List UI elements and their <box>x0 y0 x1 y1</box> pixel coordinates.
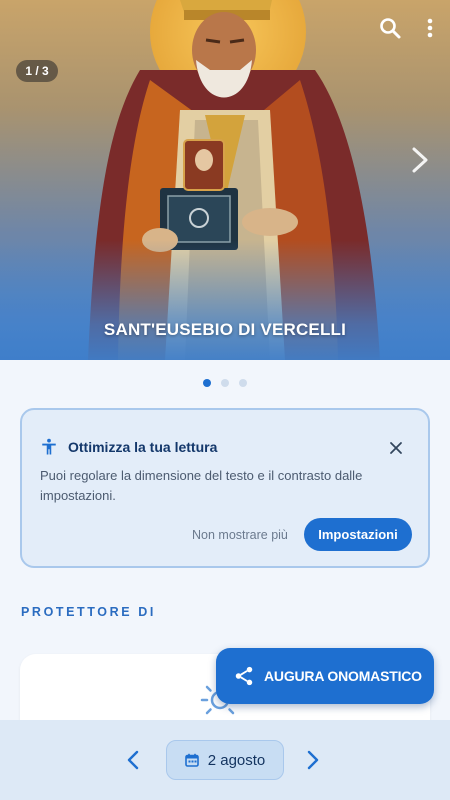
hero-gradient-overlay <box>0 240 450 360</box>
carousel-indicator <box>0 379 450 387</box>
calendar-icon <box>184 753 199 767</box>
chevron-left-icon[interactable] <box>122 748 144 772</box>
close-icon[interactable] <box>388 440 404 456</box>
saint-name-title: SANT'EUSEBIO DI VERCELLI <box>103 320 347 339</box>
hero-carousel[interactable]: 1 / 3 SANT'EUSEBIO DI VERCELLI <box>0 0 450 360</box>
dismiss-button[interactable]: Non mostrare più <box>192 528 288 542</box>
section-heading: PROTETTORE DI <box>21 605 156 619</box>
chevron-right-icon[interactable] <box>302 748 324 772</box>
augura-onomastico-button[interactable]: AUGURA ONOMASTICO <box>216 648 434 704</box>
carousel-counter: 1 / 3 <box>16 60 58 82</box>
current-date-label: 2 agosto <box>207 751 266 769</box>
share-icon <box>235 666 253 686</box>
reading-tip-header: Ottimizza la tua lettura <box>40 438 217 456</box>
date-navigation-bar: 2 agosto <box>0 720 450 800</box>
augura-onomastico-label: AUGURA ONOMASTICO <box>264 668 422 684</box>
search-icon[interactable] <box>378 16 402 40</box>
date-picker-button[interactable]: 2 agosto <box>166 740 284 780</box>
chevron-right-icon[interactable] <box>408 146 432 174</box>
reading-tip-card: Ottimizza la tua lettura Puoi regolare l… <box>20 408 430 568</box>
accessibility-icon <box>42 438 56 455</box>
reading-tip-body: Puoi regolare la dimensione del testo e … <box>40 468 363 503</box>
carousel-dot-2[interactable] <box>221 379 229 387</box>
more-vert-icon[interactable] <box>418 16 442 40</box>
carousel-dot-3[interactable] <box>239 379 247 387</box>
carousel-dot-1[interactable] <box>203 379 211 387</box>
settings-button[interactable]: Impostazioni <box>304 518 412 551</box>
reading-tip-title: Ottimizza la tua lettura <box>68 439 218 455</box>
